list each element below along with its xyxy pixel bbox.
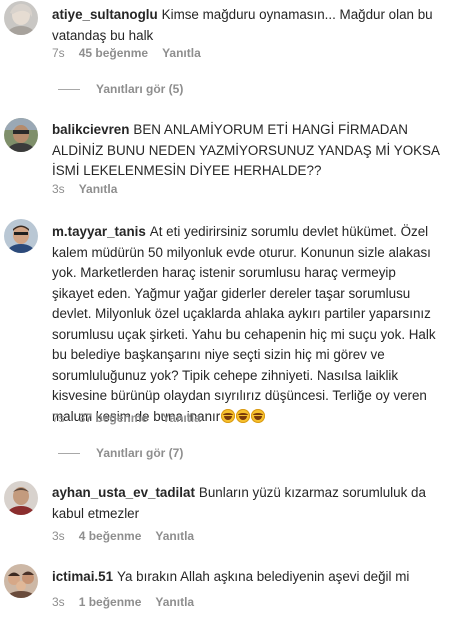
laughing-tears-emoji-icon [220, 408, 266, 424]
username[interactable]: atiye_sultanoglu [52, 7, 158, 22]
avatar[interactable] [4, 564, 38, 598]
view-replies-label: Yanıtları gör (5) [96, 82, 184, 96]
comment-text: At eti yedirirsiniz sorumlu devlet hüküm… [52, 224, 436, 424]
username[interactable]: ictimai.51 [52, 569, 113, 584]
divider-line [58, 452, 80, 454]
comment-text: Ya bırakın Allah aşkına belediyenin aşev… [117, 569, 410, 584]
avatar[interactable] [4, 481, 38, 515]
timestamp: 3s [52, 529, 65, 543]
username[interactable]: ayhan_usta_ev_tadilat [52, 485, 195, 500]
avatar[interactable] [4, 1, 38, 35]
reply-button[interactable]: Yanıtla [79, 182, 118, 196]
username[interactable]: m.tayyar_tanis [52, 224, 146, 239]
username[interactable]: balikcievren [52, 122, 129, 137]
avatar[interactable] [4, 219, 38, 253]
reply-button[interactable]: Yanıtla [155, 595, 194, 609]
timestamp: 3s [52, 595, 65, 609]
timestamp: 7s [52, 411, 65, 425]
reply-button[interactable]: Yanıtla [162, 46, 201, 60]
view-replies-button[interactable]: Yanıtları gör (5) [58, 82, 183, 96]
timestamp: 7s [52, 46, 65, 60]
likes-count[interactable]: 1 beğenme [79, 595, 142, 609]
view-replies-button[interactable]: Yanıtları gör (7) [58, 446, 183, 460]
likes-count[interactable]: 45 beğenme [79, 46, 148, 60]
divider-line [58, 88, 80, 90]
likes-count[interactable]: 4 beğenme [79, 529, 142, 543]
reply-button[interactable]: Yanıtla [155, 529, 194, 543]
timestamp: 3s [52, 182, 65, 196]
avatar[interactable] [4, 118, 38, 152]
view-replies-label: Yanıtları gör (7) [96, 446, 184, 460]
reply-button[interactable]: Yanıtla [162, 411, 201, 425]
likes-count[interactable]: 37 beğenme [79, 411, 148, 425]
